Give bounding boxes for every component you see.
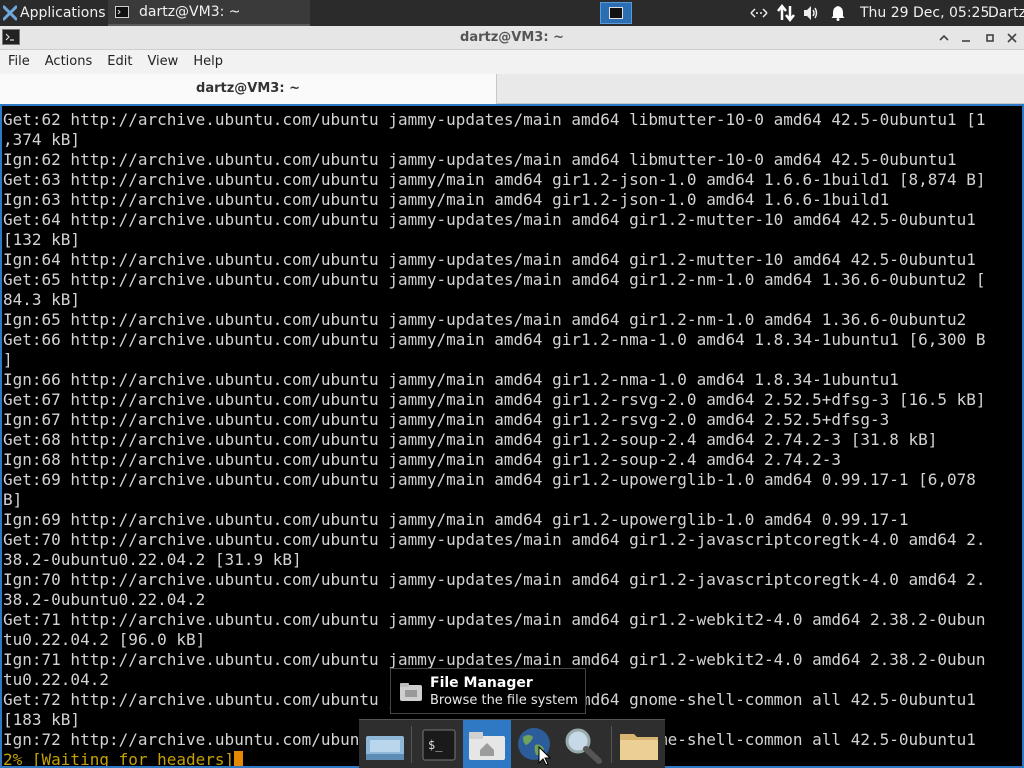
applications-menu-button[interactable]: Applications (0, 0, 106, 26)
terminal-line: Ign:71 http://archive.ubuntu.com/ubuntu … (3, 650, 986, 669)
dock-separator (611, 726, 612, 763)
menu-file[interactable]: File (0, 50, 37, 74)
window-titlebar[interactable]: dartz@VM3: ~ (0, 26, 1024, 50)
terminal-line: ] (3, 350, 13, 369)
dock: $_ (359, 719, 665, 768)
terminal-line: B] (3, 490, 23, 509)
terminal-line: 84.3 kB] (3, 290, 81, 309)
terminal-line: Get:70 http://archive.ubuntu.com/ubuntu … (3, 530, 986, 549)
magnifier-icon (565, 728, 602, 764)
terminal-line: Ign:66 http://archive.ubuntu.com/ubuntu … (3, 370, 899, 389)
menu-actions[interactable]: Actions (37, 50, 100, 74)
menu-help[interactable]: Help (185, 50, 230, 74)
file-manager-icon (400, 683, 422, 701)
terminal-line: Ign:69 http://archive.ubuntu.com/ubuntu … (3, 510, 909, 529)
dock-web-browser[interactable] (511, 720, 559, 768)
chevron-up-icon (939, 34, 949, 41)
close-icon (1007, 33, 1017, 43)
dock-separator (411, 726, 412, 763)
menubar: File Actions Edit View Help (0, 50, 1024, 74)
transfer-arrows-icon[interactable] (775, 0, 797, 26)
terminal-line: Get:66 http://archive.ubuntu.com/ubuntu … (3, 330, 986, 349)
network-icon[interactable] (748, 0, 770, 26)
terminal-line: ,374 kB] (3, 130, 81, 149)
terminal-line: Get:68 http://archive.ubuntu.com/ubuntu … (3, 430, 938, 449)
shade-button[interactable] (934, 28, 954, 48)
dock-search[interactable] (559, 720, 607, 768)
terminal-line: Get:63 http://archive.ubuntu.com/ubuntu … (3, 170, 986, 189)
taskbar-terminal-task[interactable]: dartz@VM3: ~ (108, 0, 310, 26)
user-menu[interactable]: Dartz (988, 0, 1024, 26)
tooltip-subtitle: Browse the file system (430, 693, 578, 708)
terminal-line: Get:69 http://archive.ubuntu.com/ubuntu … (3, 470, 976, 489)
applications-label: Applications (20, 5, 106, 21)
dock-file-manager[interactable] (463, 720, 511, 768)
panel-terminal-launcher[interactable] (600, 2, 632, 24)
show-desktop-icon (366, 735, 404, 760)
volume-icon[interactable] (800, 0, 822, 26)
menu-view[interactable]: View (139, 50, 185, 74)
tab-terminal[interactable]: dartz@VM3: ~ (0, 74, 497, 104)
home-folder-icon (469, 731, 505, 760)
terminal-line: Ign:68 http://archive.ubuntu.com/ubuntu … (3, 450, 842, 469)
terminal-line: Get:64 http://archive.ubuntu.com/ubuntu … (3, 210, 976, 229)
terminal-line: Ign:70 http://archive.ubuntu.com/ubuntu … (3, 570, 986, 589)
terminal-line: Ign:65 http://archive.ubuntu.com/ubuntu … (3, 310, 967, 329)
terminal-icon (115, 6, 129, 18)
folder-icon (620, 733, 658, 760)
terminal-line: [132 kB] (3, 230, 81, 249)
dock-show-desktop[interactable] (361, 720, 409, 768)
task-label: dartz@VM3: ~ (139, 4, 241, 20)
minimize-button[interactable] (956, 28, 976, 48)
minimize-icon (962, 40, 970, 42)
terminal-line: Ign:64 http://archive.ubuntu.com/ubuntu … (3, 250, 976, 269)
window-title: dartz@VM3: ~ (460, 30, 564, 45)
terminal-line: Ign:63 http://archive.ubuntu.com/ubuntu … (3, 190, 890, 209)
terminal-line: Get:65 http://archive.ubuntu.com/ubuntu … (3, 270, 986, 289)
svg-text:$_: $_ (428, 738, 443, 752)
file-manager-tooltip: File Manager Browse the file system (390, 668, 586, 714)
terminal-line: tu0.22.04.2 [96.0 kB] (3, 630, 206, 649)
dock-folder[interactable] (615, 720, 663, 768)
notification-bell-icon[interactable] (827, 0, 849, 26)
terminal-line: Ign:67 http://archive.ubuntu.com/ubuntu … (3, 410, 890, 429)
dock-terminal[interactable]: $_ (415, 720, 463, 768)
terminal-line: Get:67 http://archive.ubuntu.com/ubuntu … (3, 390, 986, 409)
clock[interactable]: Thu 29 Dec, 05:25 (860, 0, 989, 26)
terminal-line: 38.2-0ubuntu0.22.04.2 [31.9 kB] (3, 550, 302, 569)
maximize-button[interactable] (980, 28, 1000, 48)
terminal-icon: $_ (422, 729, 456, 760)
desktop: Applications dartz@VM3: ~ Thu 29 Dec, 05… (0, 0, 1024, 768)
terminal-line: 38.2-0ubuntu0.22.04.2 (3, 590, 206, 609)
menu-edit[interactable]: Edit (99, 50, 139, 74)
terminal-line: Get:71 http://archive.ubuntu.com/ubuntu … (3, 610, 986, 629)
tab-bar: dartz@VM3: ~ (0, 74, 1024, 104)
apt-progress-status: 2% [Waiting for headers] (3, 750, 235, 768)
xfce-logo-icon (3, 5, 17, 21)
maximize-icon (986, 34, 994, 42)
terminal-line: Get:62 http://archive.ubuntu.com/ubuntu … (3, 110, 986, 129)
globe-icon (518, 727, 552, 765)
close-button[interactable] (1002, 28, 1022, 48)
tooltip-title: File Manager (430, 675, 533, 691)
terminal-line: Ign:62 http://archive.ubuntu.com/ubuntu … (3, 150, 957, 169)
terminal-icon (609, 7, 623, 19)
text-cursor (234, 751, 244, 766)
top-panel: Applications dartz@VM3: ~ Thu 29 Dec, 05… (0, 0, 1024, 26)
